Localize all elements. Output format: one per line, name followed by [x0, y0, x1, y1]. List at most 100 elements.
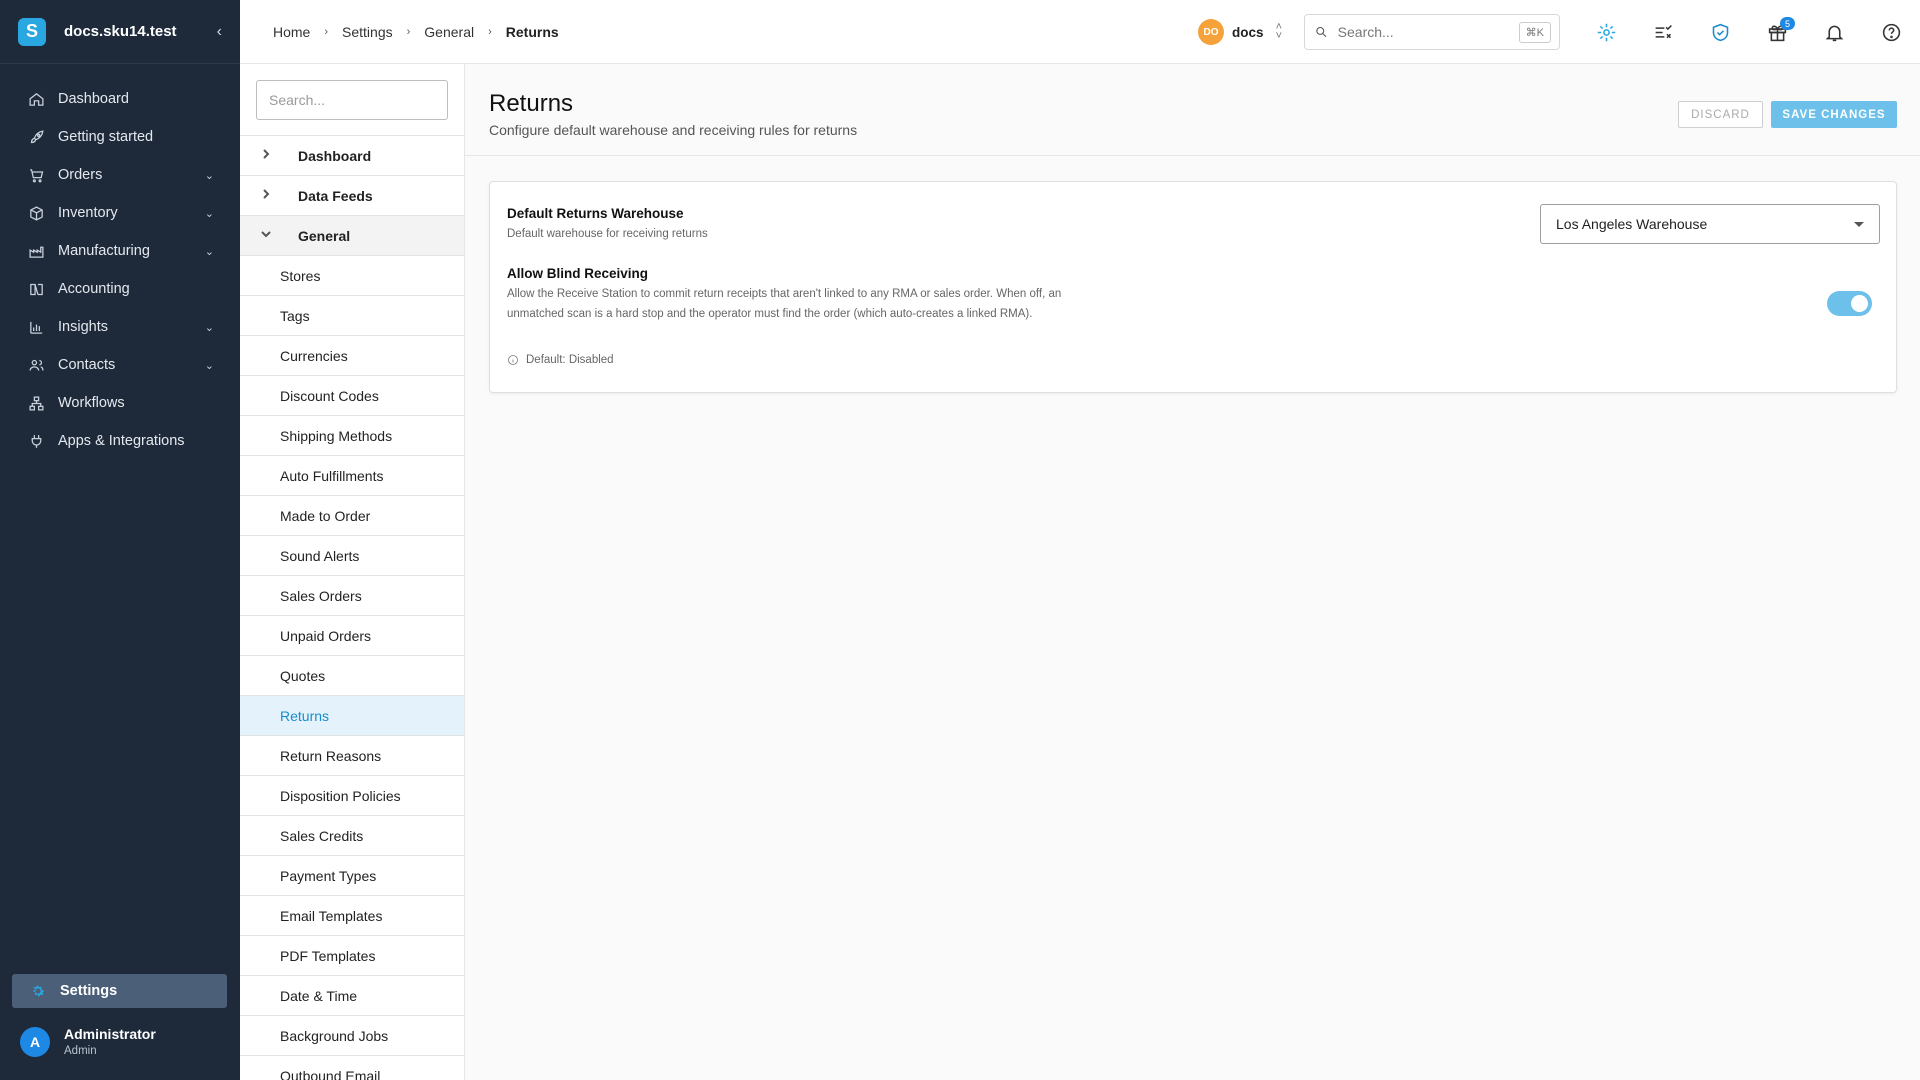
settings-item-quotes[interactable]: Quotes	[240, 656, 464, 696]
help-circle-icon	[1882, 23, 1901, 41]
breadcrumb-item[interactable]: General	[424, 24, 474, 40]
help-button[interactable]	[1863, 0, 1920, 64]
global-search-input[interactable]	[1337, 24, 1519, 40]
workflow-icon	[26, 393, 46, 413]
settings-item-return-reasons[interactable]: Return Reasons	[240, 736, 464, 776]
plug-icon	[26, 431, 46, 451]
sidebar-item-label: Workflows	[58, 395, 125, 411]
sidebar-item-workflows[interactable]: Workflows	[0, 384, 240, 422]
settings-item-pdf-templates[interactable]: PDF Templates	[240, 936, 464, 976]
settings-item-returns[interactable]: Returns	[240, 696, 464, 736]
settings-item-outbound-email[interactable]: Outbound Email	[240, 1056, 464, 1080]
chevron-right-icon	[240, 188, 292, 203]
blind-receiving-title: Allow Blind Receiving	[507, 266, 649, 281]
chart-icon	[26, 317, 46, 337]
top-bar: Home › Settings › General › Returns DO docs ˄ ˅…	[240, 0, 1920, 64]
settings-item-sales-orders[interactable]: Sales Orders	[240, 576, 464, 616]
ai-assistant-button[interactable]	[1578, 0, 1635, 64]
brand-name[interactable]: docs.sku14.test	[64, 23, 217, 40]
blind-receiving-toggle[interactable]	[1827, 291, 1872, 316]
rocket-icon	[26, 127, 46, 147]
collapse-sidebar-chevron-left-icon[interactable]: ‹	[217, 23, 222, 41]
brand-logo-icon[interactable]: S	[18, 17, 46, 46]
main-content: Returns Configure default warehouse and …	[465, 64, 1920, 1080]
chevron-right-icon: ›	[324, 25, 329, 38]
sidebar-item-label: Apps & Integrations	[58, 433, 185, 449]
sidebar-item-label: Insights	[58, 319, 108, 335]
sidebar-item-accounting[interactable]: Accounting	[0, 270, 240, 308]
settings-sidebar: Dashboard Data Feeds General StoresTagsCurr…	[240, 64, 465, 1080]
sidebar-item-settings[interactable]: Settings	[12, 974, 227, 1008]
settings-search-input[interactable]	[256, 80, 448, 120]
settings-group-label: Data Feeds	[298, 187, 373, 204]
sidebar-item-label: Dashboard	[58, 91, 129, 107]
breadcrumb-item[interactable]: Settings	[342, 24, 393, 40]
settings-item-unpaid-orders[interactable]: Unpaid Orders	[240, 616, 464, 656]
search-shortcut-hint: ⌘K	[1518, 21, 1551, 43]
box-icon	[26, 203, 46, 223]
settings-item-sales-credits[interactable]: Sales Credits	[240, 816, 464, 856]
discard-button[interactable]: DISCARD	[1678, 101, 1763, 128]
chevron-up-down-icon: ˄ ˅	[1275, 21, 1282, 42]
settings-item-payment-types[interactable]: Payment Types	[240, 856, 464, 896]
settings-item-currencies[interactable]: Currencies	[240, 336, 464, 376]
chevron-down-icon[interactable]: ⌄	[205, 169, 214, 182]
sidebar-item-contacts[interactable]: Contacts ⌄	[0, 346, 240, 384]
settings-group-general[interactable]: General	[240, 216, 464, 256]
user-profile[interactable]: A Administrator Admin	[20, 1026, 156, 1057]
chevron-down-icon[interactable]: ⌄	[205, 321, 214, 334]
sidebar-item-settings-label: Settings	[60, 983, 118, 999]
task-list-button[interactable]	[1635, 0, 1692, 64]
save-changes-button[interactable]: SAVE CHANGES	[1771, 101, 1897, 128]
default-warehouse-title: Default Returns Warehouse	[507, 206, 684, 221]
brand-header: S docs.sku14.test ‹	[0, 0, 240, 64]
default-warehouse-value: Los Angeles Warehouse	[1556, 216, 1708, 232]
chevron-down-icon[interactable]: ⌄	[205, 245, 214, 258]
user-name: Administrator	[64, 1026, 156, 1042]
settings-item-shipping-methods[interactable]: Shipping Methods	[240, 416, 464, 456]
notifications-button[interactable]	[1806, 0, 1863, 64]
settings-group-label: Dashboard	[298, 147, 372, 164]
sidebar-item-label: Inventory	[58, 205, 118, 221]
org-name: docs	[1232, 24, 1264, 40]
blind-receiving-description: Allow the Receive Station to commit retu…	[507, 288, 1062, 320]
chevron-down-icon[interactable]: ⌄	[205, 207, 214, 220]
sidebar-item-label: Contacts	[58, 357, 116, 373]
settings-item-date-time[interactable]: Date & Time	[240, 976, 464, 1016]
settings-item-sound-alerts[interactable]: Sound Alerts	[240, 536, 464, 576]
chevron-down-icon[interactable]: ⌄	[205, 359, 214, 372]
settings-item-discount-codes[interactable]: Discount Codes	[240, 376, 464, 416]
settings-group-dashboard[interactable]: Dashboard	[240, 136, 464, 176]
whats-new-button[interactable]: 5	[1749, 0, 1806, 64]
chevron-right-icon: ›	[488, 25, 492, 38]
sidebar-item-dashboard[interactable]: Dashboard	[0, 80, 240, 118]
settings-item-stores[interactable]: Stores	[240, 256, 464, 296]
default-warehouse-select[interactable]: Los Angeles Warehouse	[1540, 204, 1880, 244]
sidebar-item-label: Accounting	[58, 281, 130, 297]
settings-item-disposition-policies[interactable]: Disposition Policies	[240, 776, 464, 816]
shield-check-icon	[1712, 23, 1729, 41]
sidebar-item-orders[interactable]: Orders ⌄	[0, 156, 240, 194]
settings-item-made-to-order[interactable]: Made to Order	[240, 496, 464, 536]
settings-item-tags[interactable]: Tags	[240, 296, 464, 336]
settings-group-data-feeds[interactable]: Data Feeds	[240, 176, 464, 216]
breadcrumb-item[interactable]: Home	[273, 24, 310, 40]
settings-item-auto-fulfillments[interactable]: Auto Fulfillments	[240, 456, 464, 496]
settings-item-email-templates[interactable]: Email Templates	[240, 896, 464, 936]
search-icon	[1316, 26, 1327, 38]
sidebar-item-insights[interactable]: Insights ⌄	[0, 308, 240, 346]
info-icon	[508, 355, 518, 365]
settings-item-background-jobs[interactable]: Background Jobs	[240, 1016, 464, 1056]
global-search[interactable]: ⌘K	[1304, 14, 1560, 50]
blind-receiving-default-note: Default: Disabled	[507, 354, 614, 366]
sidebar-item-apps-integrations[interactable]: Apps & Integrations	[0, 422, 240, 460]
sidebar-item-getting-started[interactable]: Getting started	[0, 118, 240, 156]
sidebar-item-label: Getting started	[58, 129, 154, 145]
page-header: Returns Configure default warehouse and …	[465, 64, 1920, 156]
sidebar-item-manufacturing[interactable]: Manufacturing ⌄	[0, 232, 240, 270]
chevron-right-icon	[240, 148, 292, 163]
bell-icon	[1825, 25, 1844, 41]
sidebar-item-inventory[interactable]: Inventory ⌄	[0, 194, 240, 232]
security-button[interactable]	[1692, 0, 1749, 64]
org-switcher[interactable]: DO docs ˄ ˅	[1198, 19, 1282, 45]
